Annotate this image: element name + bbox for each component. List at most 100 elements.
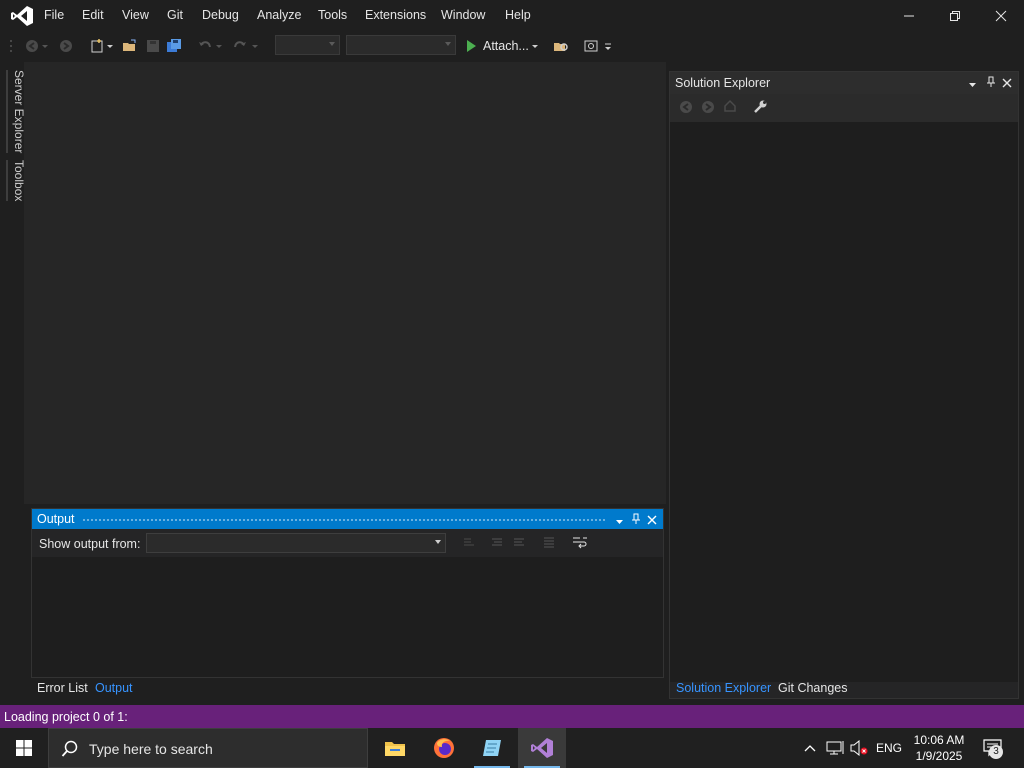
network-icon[interactable] (826, 740, 844, 759)
clock-date: 1/9/2025 (915, 749, 963, 763)
standard-toolbar: Attach... (0, 32, 1024, 60)
pin-icon[interactable] (986, 76, 996, 91)
output-toolbar: Show output from: (32, 529, 663, 557)
menu-debug[interactable]: Debug (202, 8, 239, 22)
new-project-dropdown-icon[interactable] (105, 37, 115, 55)
menu-analyze[interactable]: Analyze (257, 8, 301, 22)
window-position-dropdown-icon[interactable] (968, 78, 977, 92)
redo-icon[interactable] (231, 37, 249, 55)
undo-icon[interactable] (196, 37, 214, 55)
tab-solution-explorer[interactable]: Solution Explorer (676, 681, 771, 695)
output-panel: Output Show output from: (31, 508, 664, 678)
wrench-icon[interactable] (752, 99, 768, 118)
toggle-word-wrap-icon[interactable] (572, 535, 588, 552)
menu-help[interactable]: Help (505, 8, 531, 22)
tab-git-changes[interactable]: Git Changes (778, 681, 847, 695)
output-title: Output (37, 512, 75, 526)
back-icon[interactable] (679, 100, 693, 117)
attach-dropdown-icon[interactable] (528, 37, 542, 55)
next-message-icon[interactable] (512, 535, 526, 552)
forward-icon[interactable] (701, 100, 715, 117)
menu-file[interactable]: File (44, 8, 64, 22)
undo-dropdown-icon[interactable] (214, 37, 224, 55)
minimize-icon (904, 15, 914, 17)
windows-taskbar: Type here to search ENG 10:06 AM 1/9/202… (0, 728, 1024, 768)
tab-toolbox[interactable]: Toolbox (6, 160, 26, 202)
visual-studio-taskbar-button[interactable] (518, 728, 566, 768)
notepad-icon (483, 740, 501, 756)
new-project-icon[interactable] (88, 37, 106, 55)
tab-output[interactable]: Output (95, 681, 133, 695)
clock-time: 10:06 AM (913, 733, 965, 747)
toolbar-grip-icon[interactable] (8, 37, 14, 55)
tab-server-explorer[interactable]: Server Explorer (6, 70, 26, 154)
menu-extensions[interactable]: Extensions (365, 8, 426, 22)
restore-icon (950, 11, 960, 21)
volume-muted-icon[interactable] (850, 739, 868, 759)
menu-edit[interactable]: Edit (82, 8, 104, 22)
previous-message-icon[interactable] (490, 535, 504, 552)
attach-button[interactable]: Attach... (483, 39, 529, 53)
navigate-back-icon[interactable] (23, 37, 41, 55)
solution-tree[interactable] (670, 122, 1018, 682)
title-bar: File Edit View Git Debug Analyze Tools E… (0, 0, 1024, 32)
file-explorer-taskbar-button[interactable] (371, 728, 419, 768)
menu-tools[interactable]: Tools (318, 8, 347, 22)
close-panel-icon[interactable] (1002, 77, 1012, 91)
home-icon[interactable] (723, 99, 737, 116)
menu-window[interactable]: Window (441, 8, 485, 22)
clear-all-icon[interactable] (542, 535, 556, 552)
solution-configuration-combo[interactable] (275, 35, 340, 55)
visual-studio-logo-icon[interactable] (10, 5, 34, 27)
header-drag-grip[interactable] (82, 518, 607, 521)
solution-explorer-toolbar (670, 94, 1018, 122)
window-position-dropdown-icon[interactable] (615, 515, 624, 529)
search-placeholder: Type here to search (89, 741, 213, 757)
folder-icon (385, 742, 405, 756)
pin-icon[interactable] (631, 513, 641, 528)
solution-explorer-header: Solution Explorer (670, 72, 1018, 94)
firefox-icon (434, 738, 454, 758)
menu-view[interactable]: View (122, 8, 149, 22)
visual-studio-icon (531, 738, 553, 758)
screenshot-tool-icon[interactable] (582, 37, 600, 55)
navigate-back-dropdown-icon[interactable] (40, 37, 50, 55)
chevron-down-icon (329, 42, 335, 46)
clock[interactable]: 10:06 AM 1/9/2025 (902, 732, 976, 764)
close-panel-icon[interactable] (647, 514, 657, 528)
editor-area[interactable] (24, 62, 666, 504)
close-icon (995, 10, 1007, 22)
start-debugging-icon[interactable] (462, 37, 480, 55)
taskbar-search-box[interactable]: Type here to search (48, 728, 368, 768)
solution-platform-combo[interactable] (346, 35, 456, 55)
navigate-forward-icon[interactable] (57, 37, 75, 55)
restore-button[interactable] (932, 0, 978, 32)
status-bar: Loading project 0 of 1: (0, 705, 1024, 728)
open-folder-icon[interactable] (121, 37, 139, 55)
close-window-button[interactable] (978, 0, 1024, 32)
firefox-taskbar-button[interactable] (420, 728, 468, 768)
notification-count-badge: 3 (989, 745, 1003, 759)
output-text-area[interactable] (32, 557, 663, 677)
show-output-from-label: Show output from: (39, 537, 141, 551)
save-icon[interactable] (144, 37, 162, 55)
left-tool-rail: Server Explorer Toolbox (0, 62, 26, 702)
search-icon (61, 740, 78, 757)
find-message-icon[interactable] (462, 535, 476, 552)
tab-error-list[interactable]: Error List (37, 681, 88, 695)
find-in-files-icon[interactable] (552, 37, 570, 55)
menu-git[interactable]: Git (167, 8, 183, 22)
output-source-select[interactable] (146, 533, 446, 553)
minimize-button[interactable] (886, 0, 932, 32)
toolbar-options-icon[interactable] (602, 37, 614, 55)
chevron-down-icon (445, 42, 451, 46)
status-text: Loading project 0 of 1: (4, 710, 128, 724)
show-hidden-icons-chevron-icon[interactable] (804, 742, 816, 756)
notification-center-button[interactable]: 3 (982, 738, 1006, 760)
save-all-icon[interactable] (165, 37, 183, 55)
input-language-indicator[interactable]: ENG (876, 741, 902, 755)
solution-explorer-panel: Solution Explorer (669, 71, 1019, 699)
notepad-taskbar-button[interactable] (468, 728, 516, 768)
start-button[interactable] (0, 728, 48, 768)
redo-dropdown-icon[interactable] (250, 37, 260, 55)
